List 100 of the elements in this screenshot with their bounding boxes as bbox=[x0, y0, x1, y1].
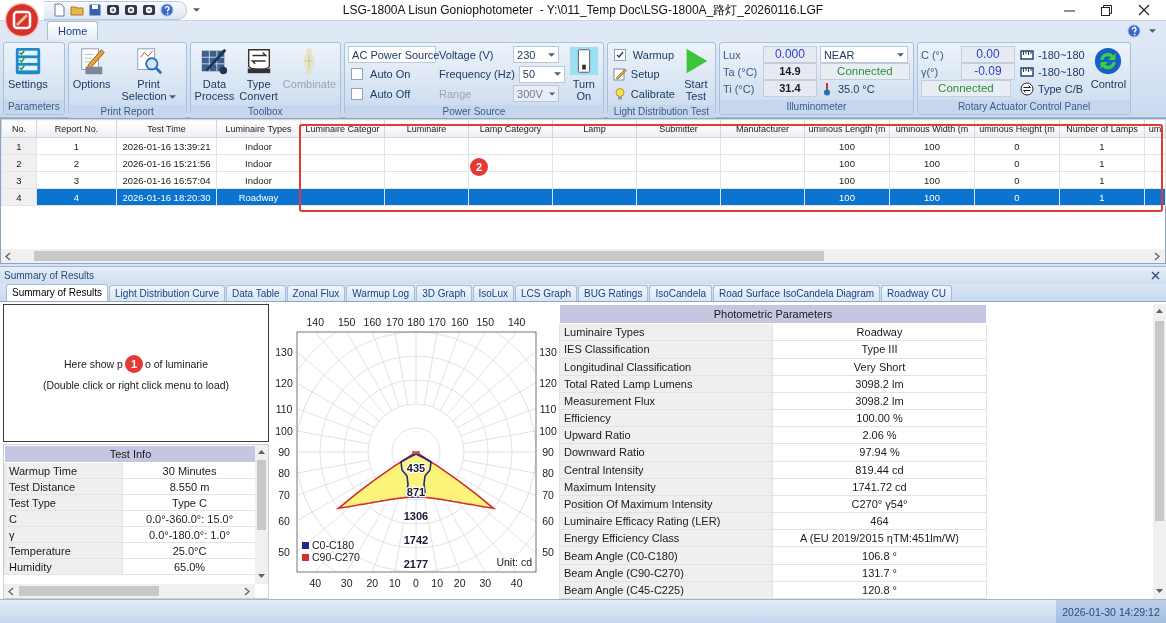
axis-label: 130 bbox=[539, 346, 557, 359]
axis-label: 80 bbox=[542, 467, 554, 479]
caret-icon[interactable] bbox=[896, 52, 904, 57]
checkbox[interactable]: Warmup bbox=[610, 46, 677, 63]
table-header: Photometric Parameters bbox=[559, 304, 987, 324]
caret-icon[interactable] bbox=[193, 8, 200, 12]
axis-label: 180 bbox=[407, 316, 425, 328]
table-row[interactable]: 1 1 2026-01-16 13:39:21 Indoor 100 100 0 1 bbox=[1, 137, 1166, 155]
status-field: Connected bbox=[920, 80, 1011, 97]
scrollbar-thumb[interactable] bbox=[19, 586, 159, 596]
column-header[interactable]: Luminaire Types bbox=[216, 119, 301, 138]
ruler-icon[interactable] bbox=[1019, 47, 1034, 62]
ribbon-button[interactable]: Turn On bbox=[567, 45, 600, 103]
grid-pencil-icon[interactable] bbox=[199, 46, 230, 76]
help-icon[interactable] bbox=[1127, 23, 1141, 38]
ribbon-button[interactable]: Setup bbox=[610, 65, 677, 83]
scrollbar-thumb[interactable] bbox=[34, 251, 824, 261]
restore-icon[interactable] bbox=[1101, 4, 1112, 16]
table-cell: 1 bbox=[36, 137, 117, 155]
axis-label: 0 bbox=[413, 577, 419, 589]
table-row[interactable]: 3 3 2026-01-16 16:57:04 Indoor 100 100 0 1 bbox=[1, 171, 1166, 189]
ribbon-button[interactable]: -180~180 bbox=[1017, 46, 1087, 63]
checkbox[interactable]: Auto On bbox=[348, 65, 437, 83]
scrollbar-thumb[interactable] bbox=[257, 460, 266, 530]
ribbon-tab[interactable]: Home bbox=[47, 21, 99, 40]
field-label: Lux bbox=[722, 48, 742, 61]
camera-icon[interactable] bbox=[142, 3, 156, 17]
table-cell: 131.7 ° bbox=[772, 564, 987, 582]
caret-icon[interactable] bbox=[1149, 28, 1156, 33]
ruler-icon[interactable] bbox=[1019, 64, 1034, 79]
switch-icon[interactable] bbox=[568, 46, 599, 76]
unit-label: Unit: cd bbox=[496, 556, 532, 568]
camera-icon[interactable] bbox=[106, 3, 120, 17]
tab[interactable]: IsoCandela bbox=[649, 285, 712, 301]
help-icon[interactable] bbox=[160, 3, 174, 17]
axis-label: 50 bbox=[278, 545, 290, 558]
value-field: 31.4 bbox=[762, 80, 817, 97]
ribbon-button[interactable]: Calibrate bbox=[610, 85, 677, 102]
tab[interactable]: BUG Ratings bbox=[578, 285, 649, 301]
ribbon-button[interactable]: Type Convert bbox=[238, 45, 279, 103]
ribbon-button[interactable]: Options bbox=[71, 45, 112, 103]
group-caption: Toolbox bbox=[190, 105, 341, 119]
tab[interactable]: Zonal Flux bbox=[286, 285, 346, 301]
tab[interactable]: Road Surface IsoCandela Diagram bbox=[713, 285, 881, 301]
scroll-right-icon[interactable] bbox=[1152, 250, 1163, 262]
table-cell: 2.06 % bbox=[772, 426, 987, 444]
close-icon[interactable] bbox=[1151, 271, 1160, 280]
close-icon[interactable] bbox=[1138, 4, 1150, 16]
ribbon-button[interactable]: Start Test bbox=[679, 45, 712, 103]
swap-icon[interactable] bbox=[1019, 81, 1034, 96]
axis-label: 150 bbox=[337, 316, 356, 328]
tab[interactable]: 3D Graph bbox=[416, 285, 472, 301]
field-label: Ti (°C) bbox=[722, 82, 756, 95]
axis-label: 160 bbox=[363, 316, 382, 328]
scrollbar[interactable] bbox=[1, 249, 1165, 263]
tab[interactable]: Light Distribution Curve bbox=[109, 285, 225, 301]
column-header[interactable]: Test Time bbox=[116, 119, 217, 138]
scrollbar-thumb[interactable] bbox=[1155, 321, 1164, 521]
ribbon-button[interactable]: Data Process bbox=[193, 45, 236, 103]
ribbon-button[interactable]: Print Selection bbox=[114, 45, 183, 103]
tab[interactable]: Data Table bbox=[225, 285, 286, 301]
new-file-icon[interactable] bbox=[52, 3, 66, 17]
ribbon-button[interactable]: Type C/B bbox=[1017, 80, 1087, 97]
axis-label: 40 bbox=[510, 577, 523, 589]
caret-icon[interactable] bbox=[548, 52, 556, 57]
dropdown[interactable]: 50 bbox=[518, 65, 565, 83]
column-header[interactable]: No. bbox=[1, 119, 37, 138]
open-folder-icon[interactable] bbox=[70, 3, 84, 17]
tab[interactable]: Summary of Results bbox=[6, 284, 109, 301]
checkbox[interactable]: Auto Off bbox=[348, 85, 437, 102]
tab[interactable]: IsoLux bbox=[472, 285, 514, 301]
axis-label: 170 bbox=[386, 316, 404, 328]
camera-icon[interactable] bbox=[124, 3, 138, 17]
scroll-right-icon[interactable] bbox=[242, 585, 253, 597]
tab[interactable]: LCS Graph bbox=[515, 285, 578, 301]
dropdown[interactable]: NEAR bbox=[819, 46, 908, 63]
caret-icon[interactable] bbox=[168, 95, 176, 100]
ribbon-button[interactable]: Control bbox=[1089, 45, 1128, 98]
column-header[interactable]: Report No. bbox=[36, 119, 117, 138]
table-cell: 3098.2 lm bbox=[772, 375, 987, 393]
placeholder-text: o of luminarie bbox=[144, 358, 208, 370]
refresh-icon[interactable] bbox=[1093, 46, 1124, 76]
photo-frame[interactable]: Here show p 1 o of luminarie (Double click or right click menu to load) bbox=[3, 304, 269, 442]
caret-icon[interactable] bbox=[553, 72, 561, 76]
app-logo-icon[interactable] bbox=[4, 2, 40, 38]
dropdown[interactable]: 230 bbox=[513, 46, 560, 63]
ribbon-button[interactable]: Settings bbox=[7, 45, 49, 98]
status-time: 2026-01-30 14:29:12 bbox=[1056, 600, 1166, 623]
save-icon[interactable] bbox=[88, 3, 102, 17]
tab[interactable]: Warmup Log bbox=[346, 285, 416, 301]
scrollbar[interactable] bbox=[4, 584, 255, 598]
scrollbar[interactable] bbox=[255, 445, 268, 584]
pencil-icon[interactable] bbox=[612, 67, 627, 81]
ribbon-button[interactable]: -180~180 bbox=[1017, 63, 1087, 80]
table-cell: 100 bbox=[889, 154, 975, 172]
scrollbar[interactable] bbox=[1153, 304, 1166, 599]
tab[interactable]: Roadway CU bbox=[881, 285, 952, 301]
table-cell: 97.94 % bbox=[772, 443, 987, 462]
axis-label: 90 bbox=[542, 446, 554, 458]
table-cell: 464 bbox=[772, 512, 987, 530]
